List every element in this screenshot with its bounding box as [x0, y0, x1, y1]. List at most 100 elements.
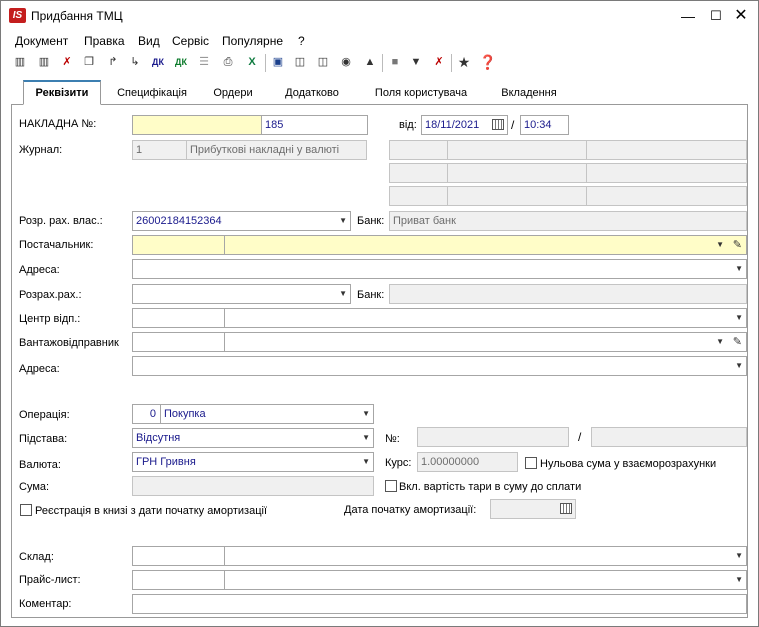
chevron-down-icon[interactable]: ▼: [735, 260, 743, 278]
toolbar-separator: [451, 54, 452, 72]
chevron-down-icon[interactable]: ▼: [362, 453, 370, 471]
star-icon[interactable]: ★: [455, 53, 473, 71]
chevron-down-icon[interactable]: ▼: [716, 236, 724, 254]
price-list-code-field[interactable]: [132, 570, 225, 590]
menu-help[interactable]: ?: [298, 34, 305, 48]
book-icon[interactable]: ◫: [291, 53, 309, 71]
export-icon[interactable]: ↳: [126, 53, 144, 71]
account-label: Розрах.рах.:: [19, 289, 82, 301]
time-field[interactable]: 10:34: [520, 115, 569, 135]
save-icon[interactable]: ▣: [269, 53, 287, 71]
journal-code-field: 1: [132, 140, 187, 160]
price-list-select[interactable]: ▼: [224, 570, 747, 590]
debit-credit-icon[interactable]: ДК: [149, 53, 167, 71]
from-label: від:: [399, 119, 417, 131]
clear-filter-icon[interactable]: ✗: [430, 53, 448, 71]
supplier-code-field[interactable]: [132, 235, 225, 255]
shipper-code-field[interactable]: [132, 332, 225, 352]
chevron-down-icon[interactable]: ▼: [735, 309, 743, 327]
address2-label: Адреса:: [19, 363, 60, 375]
chevron-down-icon[interactable]: ▼: [339, 212, 347, 230]
edit-pencil-icon[interactable]: ✎: [733, 333, 742, 351]
calendar-icon: [560, 503, 572, 514]
minimize-button[interactable]: —: [678, 7, 698, 25]
tab-orders[interactable]: Ордери: [207, 82, 259, 104]
invoice-label: НАКЛАДНА №:: [19, 118, 97, 130]
chevron-down-icon[interactable]: ▼: [735, 547, 743, 565]
center-select[interactable]: ▼: [224, 308, 747, 328]
basis-date-field: [591, 427, 747, 447]
menu-popular[interactable]: Популярне: [222, 34, 283, 48]
bank-label-2: Банк:: [357, 289, 385, 301]
users-icon[interactable]: ◉: [337, 53, 355, 71]
currency-select[interactable]: ГРН Гривня ▼: [132, 452, 374, 472]
copy-icon[interactable]: ❐: [80, 53, 98, 71]
registration-checkbox[interactable]: [20, 504, 32, 516]
menu-service[interactable]: Сервіс: [172, 34, 209, 48]
chevron-down-icon[interactable]: ▼: [339, 285, 347, 303]
gray-square-icon[interactable]: ■: [386, 53, 404, 71]
chevron-down-icon[interactable]: ▼: [735, 571, 743, 589]
basis-value: Відсутня: [136, 432, 181, 444]
currency-label: Валюта:: [19, 459, 61, 471]
maximize-button[interactable]: ☐: [706, 7, 726, 25]
delete-icon[interactable]: ✗: [58, 53, 76, 71]
tab-attachments[interactable]: Вкладення: [495, 82, 563, 104]
book-open-icon[interactable]: ◫: [314, 53, 332, 71]
warehouse-code-field[interactable]: [132, 546, 225, 566]
account-icon[interactable]: ☰: [195, 53, 213, 71]
menu-document[interactable]: Документ: [15, 34, 68, 48]
invoice-prefix-field[interactable]: [132, 115, 262, 135]
help-icon[interactable]: ❓: [479, 53, 497, 71]
chevron-down-icon[interactable]: ▼: [362, 405, 370, 423]
new-doc-icon[interactable]: ▥: [11, 53, 29, 71]
own-account-select[interactable]: 26002184152364 ▼: [132, 211, 351, 231]
new-copy-icon[interactable]: ▥: [35, 53, 53, 71]
warehouse-label: Склад:: [19, 551, 54, 563]
menu-edit[interactable]: Правка: [84, 34, 125, 48]
tab-specification[interactable]: Специфікація: [111, 82, 193, 104]
close-button[interactable]: ✕: [731, 7, 751, 25]
grid-cell: [389, 163, 448, 183]
address2-select[interactable]: ▼: [132, 356, 747, 376]
tare-checkbox[interactable]: [385, 480, 397, 492]
debit-credit-2-icon[interactable]: ДК: [172, 53, 190, 71]
center-code-field[interactable]: [132, 308, 225, 328]
tab-requisites[interactable]: Реквізити: [23, 80, 101, 105]
chevron-down-icon[interactable]: ▼: [735, 357, 743, 375]
basis-separator: /: [578, 430, 582, 444]
invoice-number-field[interactable]: 185: [261, 115, 368, 135]
number-label: №:: [385, 433, 400, 445]
own-account-value: 26002184152364: [136, 215, 222, 227]
tab-additional[interactable]: Додатково: [277, 82, 347, 104]
calendar-icon[interactable]: [492, 119, 504, 130]
date-field[interactable]: 18/11/2021: [421, 115, 508, 135]
tab-user-fields[interactable]: Поля користувача: [367, 82, 475, 104]
date-time-separator: /: [511, 118, 515, 132]
operation-code-field[interactable]: 0: [132, 404, 161, 424]
warehouse-select[interactable]: ▼: [224, 546, 747, 566]
title-bar: IS Придбання ТМЦ — ☐ ✕: [1, 1, 758, 31]
bank-field: [389, 284, 747, 304]
hierarchy-icon[interactable]: ▲: [361, 53, 379, 71]
zero-sum-checkbox[interactable]: [525, 457, 537, 469]
basis-select[interactable]: Відсутня ▼: [132, 428, 374, 448]
chevron-down-icon[interactable]: ▼: [716, 333, 724, 351]
print-icon[interactable]: ⎙: [219, 53, 237, 71]
filter-icon[interactable]: ▼: [407, 53, 425, 71]
rate-field: 1.00000000: [417, 452, 518, 472]
account-select[interactable]: ▼: [132, 284, 351, 304]
shipper-select[interactable]: ▼ ✎: [224, 332, 747, 352]
menu-view[interactable]: Вид: [138, 34, 160, 48]
supplier-name-select[interactable]: ▼ ✎: [224, 235, 747, 255]
app-logo-icon: IS: [9, 8, 26, 23]
comment-field[interactable]: [132, 594, 747, 614]
address-select[interactable]: ▼: [132, 259, 747, 279]
excel-icon[interactable]: X: [243, 53, 261, 71]
import-icon[interactable]: ↱: [104, 53, 122, 71]
operation-select[interactable]: Покупка ▼: [160, 404, 374, 424]
depr-date-label: Дата початку амортизації:: [344, 504, 477, 516]
edit-pencil-icon[interactable]: ✎: [733, 236, 742, 254]
rate-label: Курс:: [385, 457, 412, 469]
chevron-down-icon[interactable]: ▼: [362, 429, 370, 447]
